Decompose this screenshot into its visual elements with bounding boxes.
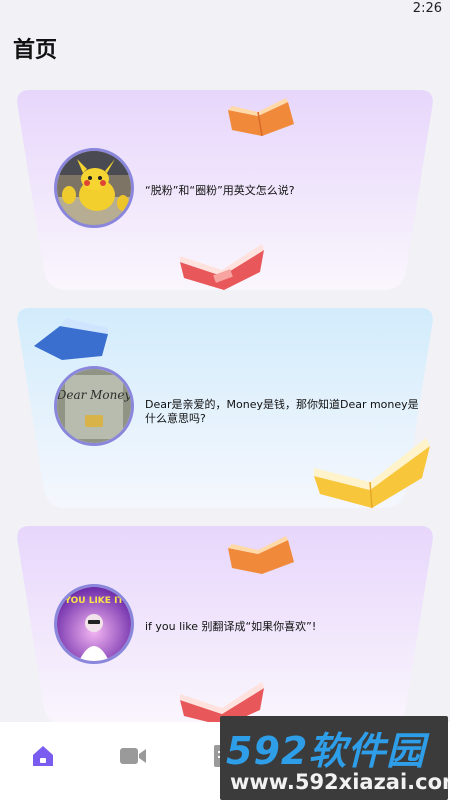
avatar-dear-money: Dear Money (54, 366, 134, 446)
card-2-title: Dear是亲爱的，Money是钱，那你知道Dear money是什么意思吗? (145, 398, 419, 425)
pikachu-photo-icon (57, 151, 131, 225)
book-decoration-orange (228, 536, 294, 574)
book-decoration-blue (34, 318, 108, 360)
page-title: 首页 (13, 38, 58, 63)
avatar-pikachu (54, 148, 134, 228)
status-time: 2:26 (412, 1, 442, 16)
site-watermark: 592软件园 www.592xiazai.com (220, 716, 448, 800)
status-bar: 2:26 (0, 0, 450, 18)
avatar-text-dear: Dear Money (57, 388, 131, 402)
you-like-it-photo-icon: YOU LIKE IT (57, 587, 131, 661)
avatar-you-like-it: YOU LIKE IT (54, 584, 134, 664)
dear-money-book-photo-icon: Dear Money (57, 369, 131, 443)
watermark-url: www.592xiazai.com (230, 770, 448, 794)
article-card-2[interactable]: Dear Money Dear是亲爱的，Money是钱，那你知道Dear mon… (14, 308, 436, 508)
watermark-title: 592软件园 (226, 729, 426, 773)
article-card-3[interactable]: YOU LIKE IT if you like 别翻译成“如果你喜欢”! (14, 526, 436, 726)
card-1-title: “脱粉”和“圈粉”用英文怎么说? (145, 184, 295, 197)
book-decoration-orange (228, 98, 294, 137)
book-decoration-yellow (314, 438, 430, 508)
home-icon (33, 746, 53, 766)
card-3-title: if you like 别翻译成“如果你喜欢”! (145, 620, 317, 633)
avatar-text-you-like-it: YOU LIKE IT (63, 596, 124, 606)
tab-home[interactable] (18, 736, 68, 776)
article-card-1[interactable]: “脱粉”和“圈粉”用英文怎么说? (14, 90, 436, 290)
book-decoration-red (180, 244, 264, 290)
tab-video[interactable] (108, 736, 158, 776)
video-icon (120, 748, 146, 764)
